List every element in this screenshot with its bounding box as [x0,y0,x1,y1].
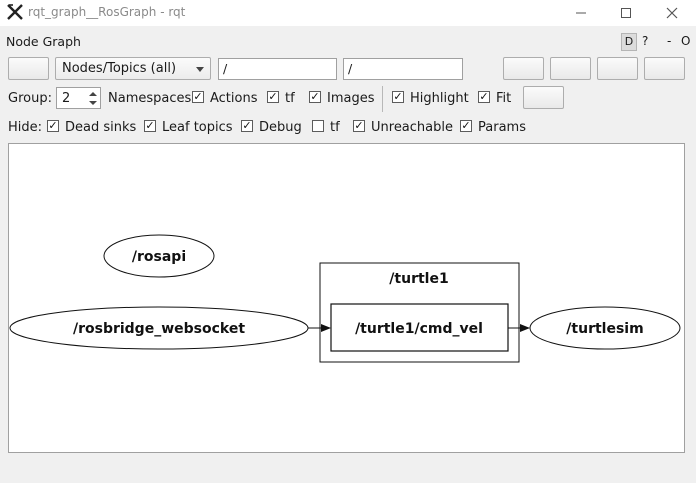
tf-checkbox[interactable]: ✓ [267,91,279,103]
checkmark-icon: ✓ [310,90,320,103]
save-dot-button[interactable] [550,57,591,80]
fit-label: Fit [496,91,512,106]
debug-checkbox[interactable]: ✓ [241,120,253,132]
close-button[interactable] [650,0,694,26]
checkmark-icon: ✓ [461,119,471,132]
checkmark-icon: ✓ [393,90,403,103]
refresh-graph-button[interactable] [8,57,49,80]
window-title: rqt_graph__RosGraph - rqt [28,5,186,19]
namespace-cluster-turtle1: /turtle1 [319,262,520,363]
params-checkbox[interactable]: ✓ [460,120,472,132]
node-rosapi-label: /rosapi [132,249,186,265]
fit-in-view-button[interactable] [523,86,564,109]
dead-sinks-label: Dead sinks [65,120,137,135]
hide-tf-label: tf [330,120,340,135]
images-label: Images [327,91,375,106]
unreachable-checkbox[interactable]: ✓ [353,120,365,132]
highlight-checkbox[interactable]: ✓ [392,91,404,103]
namespace-turtle1-label: /turtle1 [389,271,448,287]
save-image-button[interactable] [644,57,685,80]
view-mode-dropdown[interactable]: Nodes/Topics (all) [55,57,211,80]
spin-down-icon[interactable] [89,101,97,105]
close-icon [666,7,678,19]
hide-label: Hide: [8,120,43,135]
maximize-icon [621,8,631,18]
minimize-icon [576,12,586,14]
group-value: 2 [62,91,71,106]
unreachable-label: Unreachable [371,120,453,135]
title-bar: rqt_graph__RosGraph - rqt [0,0,696,26]
graph-canvas: /rosapi /turtle1 /turtle1/cmd_vel /rosbr… [9,234,681,363]
images-checkbox[interactable]: ✓ [309,91,321,103]
spin-up-icon[interactable] [89,92,97,96]
checkmark-icon: ✓ [479,90,489,103]
hide-tf-checkbox[interactable] [312,120,324,132]
node-turtlesim[interactable]: /turtlesim [529,306,681,350]
namespaces-label: Namespaces [108,91,192,106]
node-rosbridge-websocket[interactable]: /rosbridge_websocket [9,306,309,350]
checkmark-icon: ✓ [145,119,155,132]
topic-cmd-vel-label: /turtle1/cmd_vel [355,321,483,337]
leaf-topics-checkbox[interactable]: ✓ [144,120,156,132]
plugin-title: Node Graph [6,34,81,49]
leaf-topics-label: Leaf topics [162,120,233,135]
chevron-down-icon [196,67,204,72]
dock-d-button[interactable]: D [621,33,637,51]
close-plugin-button[interactable]: O [681,34,690,48]
node-rosbridge-label: /rosbridge_websocket [73,321,245,337]
checkmark-icon: ✓ [354,119,364,132]
checkmark-icon: ✓ [48,119,58,132]
save-svg-button[interactable] [597,57,638,80]
actions-checkbox[interactable]: ✓ [192,91,204,103]
maximize-button[interactable] [604,0,648,26]
topic-cmd-vel[interactable]: /turtle1/cmd_vel [330,303,509,352]
debug-label: Debug [259,120,302,135]
toolbar-separator [382,86,383,112]
node-filter-input[interactable]: / [218,58,337,80]
actions-label: Actions [210,91,258,106]
load-dot-button[interactable] [503,57,544,80]
tf-label: tf [285,91,295,106]
group-label: Group: [8,91,52,106]
node-rosapi[interactable]: /rosapi [103,234,215,278]
graph-view[interactable]: /rosapi /turtle1 /turtle1/cmd_vel /rosbr… [8,143,685,453]
dead-sinks-checkbox[interactable]: ✓ [47,120,59,132]
minimize-plugin-button[interactable]: - [667,34,671,48]
help-button[interactable]: ? [642,34,648,48]
topic-filter-input[interactable]: / [343,58,463,80]
group-spinbox[interactable]: 2 [56,87,101,109]
fit-checkbox[interactable]: ✓ [478,91,490,103]
params-label: Params [478,120,526,135]
rqt-logo-icon [7,4,23,20]
checkmark-icon: ✓ [242,119,252,132]
minimize-button[interactable] [559,0,603,26]
highlight-label: Highlight [410,91,469,106]
checkmark-icon: ✓ [193,90,203,103]
view-mode-value: Nodes/Topics (all) [62,61,177,76]
checkmark-icon: ✓ [268,90,278,103]
node-turtlesim-label: /turtlesim [566,321,643,337]
